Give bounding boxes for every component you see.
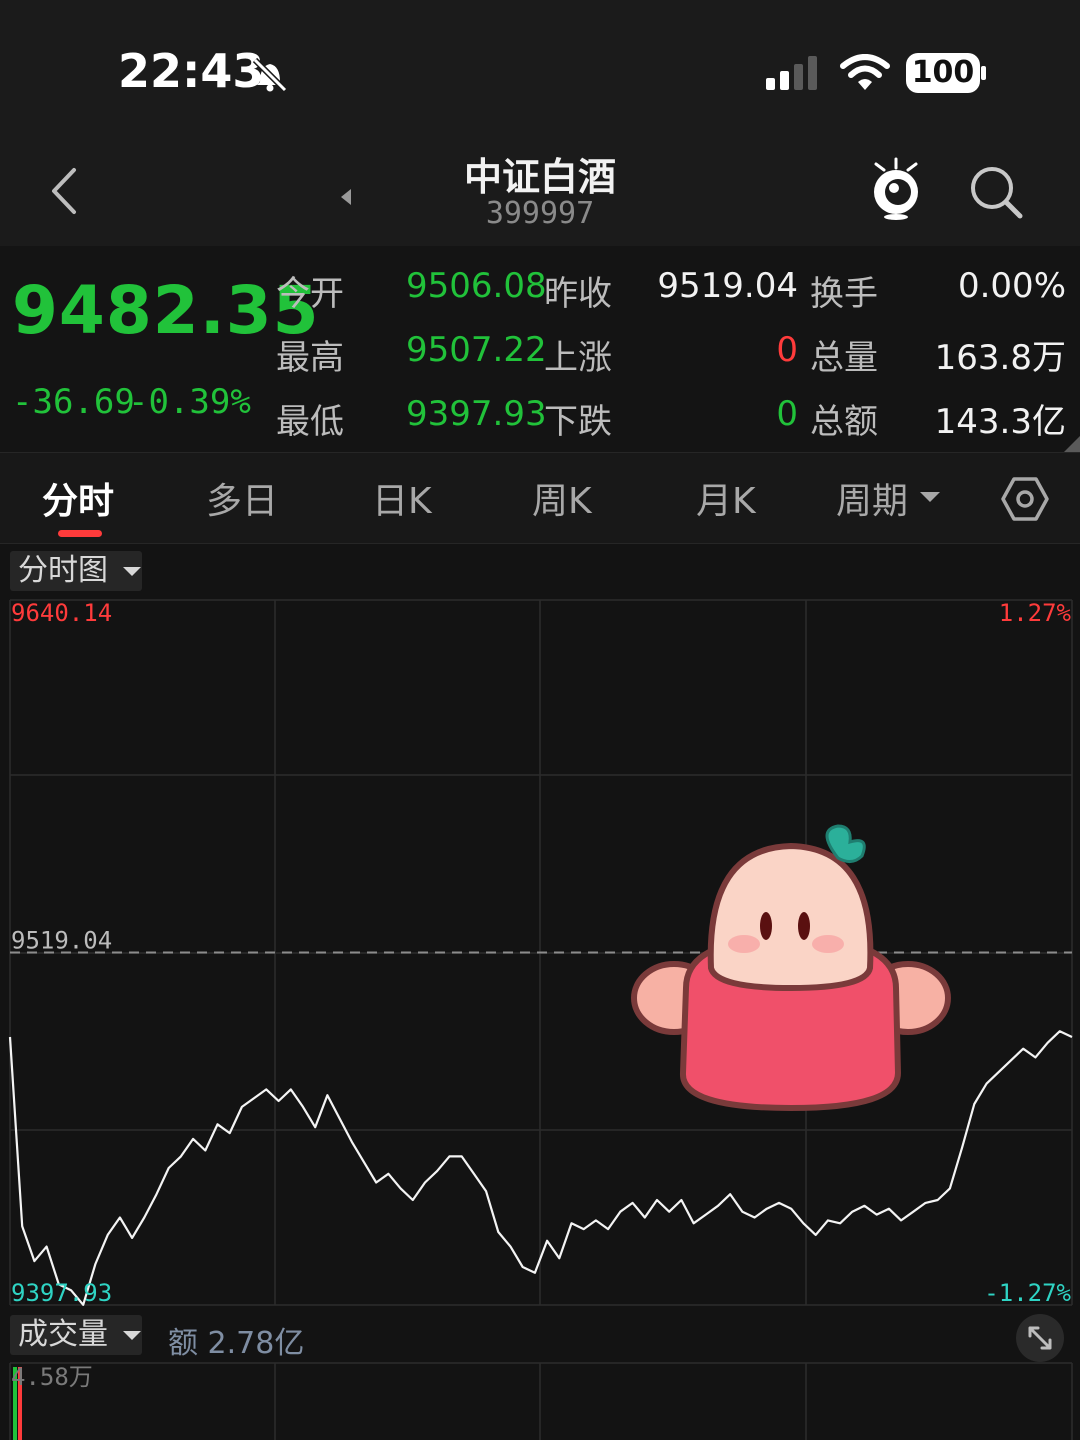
stock-code: 399997 xyxy=(485,196,595,231)
mascot-sticker-icon xyxy=(631,824,951,1112)
chevron-down-icon xyxy=(122,1330,141,1340)
price-change: -36.69 xyxy=(12,382,135,422)
indicator-selector[interactable]: 成交量 xyxy=(10,1315,142,1355)
chart-type-selector[interactable]: 分时图 xyxy=(10,551,142,591)
high-label: 最高 xyxy=(276,338,344,378)
chevron-down-icon xyxy=(122,566,141,576)
turnover-value: 0.00% xyxy=(957,266,1066,306)
collapse-arrow-icon[interactable] xyxy=(338,188,354,206)
pct-axis-high-label: 1.27% xyxy=(999,599,1072,627)
volume-max-label: 4.58万 xyxy=(11,1363,93,1391)
low-label: 最低 xyxy=(276,402,344,442)
tab-weekly-k[interactable]: 周K xyxy=(532,472,592,524)
expand-button[interactable] xyxy=(1016,1314,1064,1362)
hexagon-settings-icon[interactable] xyxy=(1000,474,1050,524)
tab-intraday[interactable]: 分时 xyxy=(42,472,114,524)
volume-amount: 额 2.78亿 xyxy=(168,1326,305,1361)
tab-monthly-k[interactable]: 月K xyxy=(696,472,756,524)
advancers-value: 0 xyxy=(776,330,798,370)
prev-close-value: 9519.04 xyxy=(657,266,798,306)
volume-label: 总量 xyxy=(810,338,878,378)
volume-value: 163.8万 xyxy=(934,338,1066,378)
search-icon[interactable] xyxy=(968,164,1024,220)
turnover-label: 换手 xyxy=(810,274,878,314)
amount-value: 143.3亿 xyxy=(934,402,1066,442)
chart-type-label: 分时图 xyxy=(18,553,108,588)
bell-slash-icon xyxy=(252,57,288,93)
battery-icon: 100 xyxy=(906,53,980,93)
tab-period[interactable]: 周期 xyxy=(836,472,908,524)
indicator-label: 成交量 xyxy=(18,1317,108,1352)
battery-tip xyxy=(981,66,986,80)
high-value: 9507.22 xyxy=(406,330,547,370)
battery-level: 100 xyxy=(911,55,975,90)
y-axis-mid-label: 9519.04 xyxy=(11,926,112,954)
signal-icon xyxy=(766,56,817,90)
decliners-value: 0 xyxy=(776,394,798,434)
corner-fold-icon xyxy=(1064,436,1080,452)
active-tab-indicator xyxy=(58,530,102,537)
low-value: 9397.93 xyxy=(406,394,547,434)
expand-arrows-icon xyxy=(1028,1326,1052,1350)
status-time: 22:43 xyxy=(118,44,265,98)
page-title: 中证白酒 xyxy=(463,155,616,199)
tab-daily-k[interactable]: 日K xyxy=(372,472,432,524)
last-price: 9482.35 xyxy=(12,272,320,349)
wifi-icon xyxy=(840,54,890,90)
pct-axis-low-label: -1.27% xyxy=(984,1279,1071,1307)
amount-label: 总额 xyxy=(810,402,878,442)
mascot-eye-icon[interactable] xyxy=(866,156,926,222)
y-axis-low-label: 9397.93 xyxy=(11,1279,112,1307)
price-change-percent: -0.39% xyxy=(128,382,251,422)
open-value: 9506.08 xyxy=(406,266,547,306)
y-axis-high-label: 9640.14 xyxy=(11,599,112,627)
back-chevron-icon[interactable] xyxy=(44,166,84,216)
chevron-down-icon xyxy=(920,492,940,502)
open-label: 今开 xyxy=(276,274,344,314)
tab-multi-day[interactable]: 多日 xyxy=(206,472,278,524)
